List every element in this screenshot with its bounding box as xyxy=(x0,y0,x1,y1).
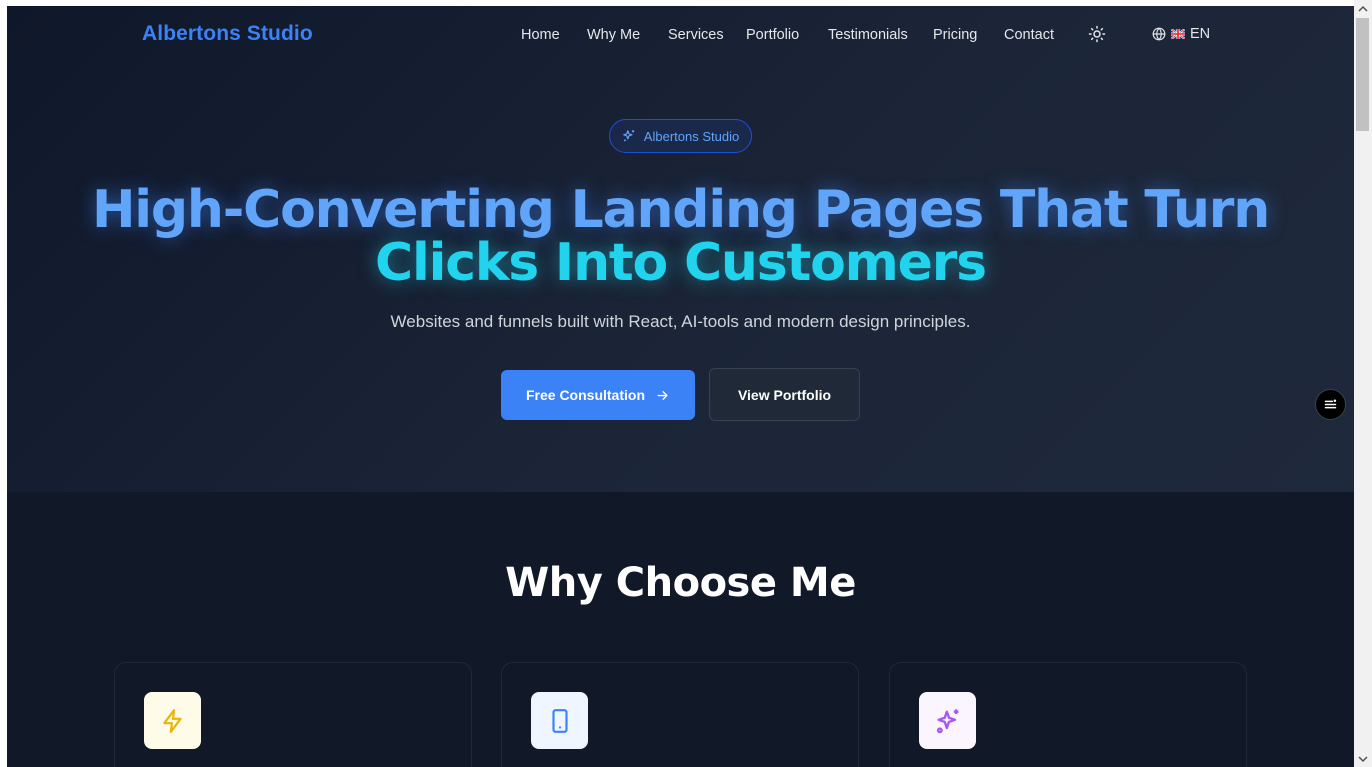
globe-icon xyxy=(1152,27,1166,41)
sparkles-icon xyxy=(919,692,976,749)
sparkles-icon xyxy=(622,130,635,142)
free-consultation-button[interactable]: Free Consultation xyxy=(501,370,695,420)
hero-section: Albertons Studio Home Why Me Services Po… xyxy=(7,6,1354,492)
floating-menu-button[interactable] xyxy=(1315,389,1346,420)
nav-portfolio[interactable]: Portfolio xyxy=(746,27,799,43)
hero-badge: Albertons Studio xyxy=(609,119,752,153)
nav-testimonials[interactable]: Testimonials xyxy=(828,27,908,43)
feature-card-responsive xyxy=(501,662,859,767)
nav-services[interactable]: Services xyxy=(668,27,724,43)
hero-headline: High-Converting Landing Pages That Turn … xyxy=(7,184,1354,290)
hero-subtitle: Websites and funnels built with React, A… xyxy=(390,312,971,331)
free-consultation-label: Free Consultation xyxy=(525,387,645,403)
view-portfolio-button[interactable]: View Portfolio xyxy=(709,368,860,421)
page: Albertons Studio Home Why Me Services Po… xyxy=(7,6,1354,767)
menu-icon xyxy=(1324,399,1337,409)
scroll-up-icon[interactable] xyxy=(1358,4,1368,14)
tablet-icon xyxy=(531,692,588,749)
uk-flag-icon xyxy=(1171,29,1185,39)
nav-pricing[interactable]: Pricing xyxy=(933,27,977,43)
sun-icon[interactable] xyxy=(1088,25,1106,43)
nav-home[interactable]: Home xyxy=(521,27,560,43)
feature-card-ai xyxy=(889,662,1247,767)
scrollbar-thumb[interactable] xyxy=(1356,18,1369,131)
nav-contact[interactable]: Contact xyxy=(1004,27,1054,43)
headline-line-2: Clicks Into Customers xyxy=(375,233,987,293)
nav-why-me[interactable]: Why Me xyxy=(587,27,640,43)
window-left-edge xyxy=(0,0,7,767)
language-label: EN xyxy=(1190,26,1211,42)
language-selector[interactable]: EN xyxy=(1152,26,1210,42)
navbar: Albertons Studio Home Why Me Services Po… xyxy=(7,6,1354,66)
why-choose-me-title: Why Choose Me xyxy=(505,560,856,606)
scroll-down-icon[interactable] xyxy=(1358,754,1368,764)
headline-line-1: High-Converting Landing Pages That Turn xyxy=(91,180,1270,240)
lightning-icon xyxy=(144,692,201,749)
feature-card-speed xyxy=(114,662,472,767)
badge-label: Albertons Studio xyxy=(643,128,740,144)
arrow-right-icon xyxy=(657,390,668,400)
